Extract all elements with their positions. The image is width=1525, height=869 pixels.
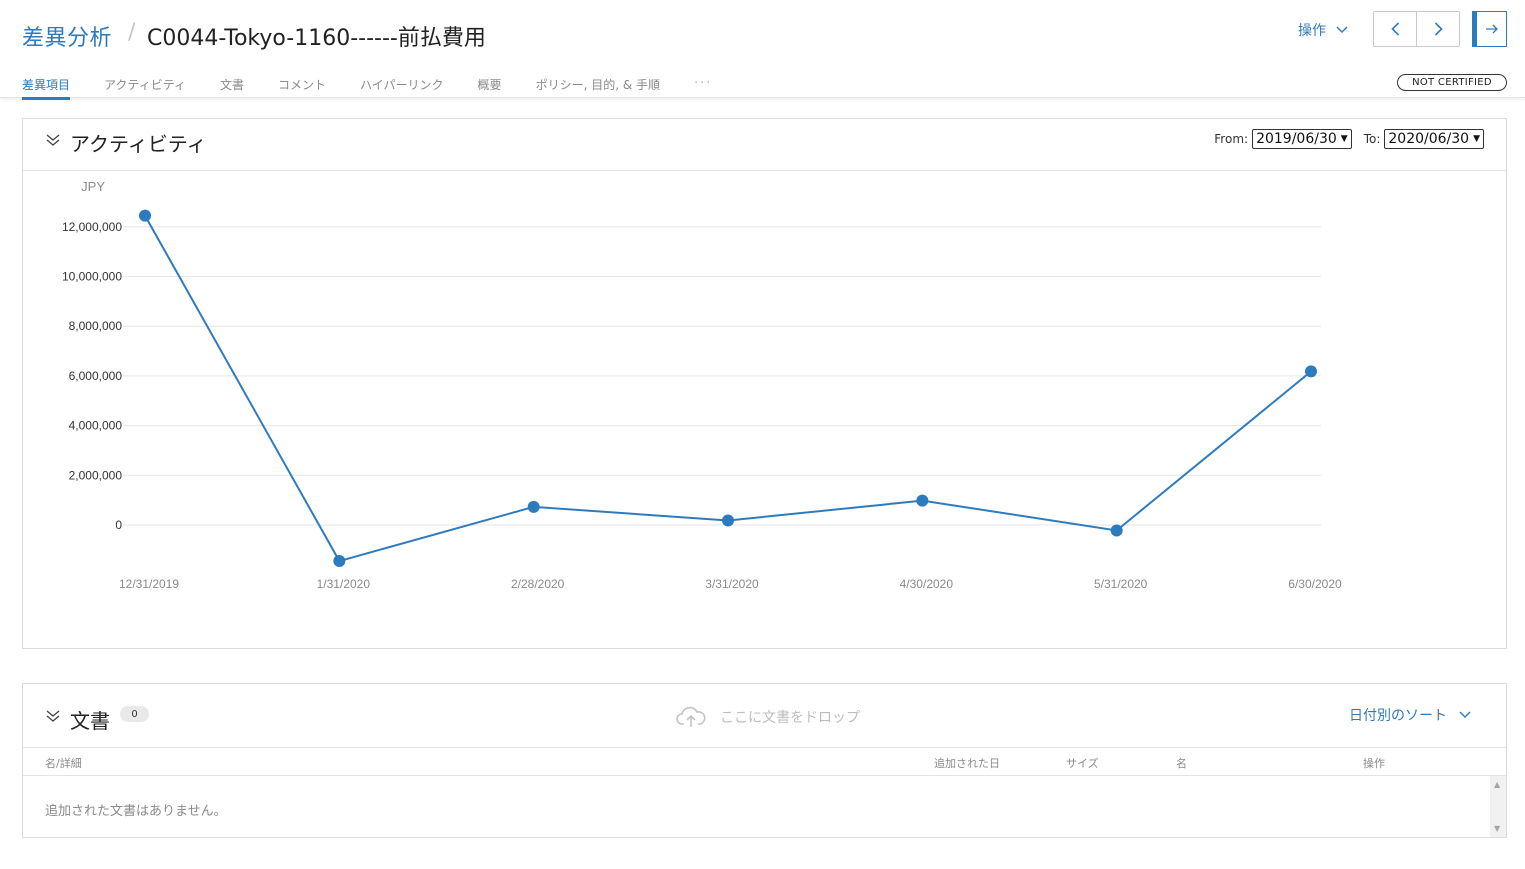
data-point [1110, 524, 1123, 537]
data-point [139, 209, 151, 222]
data-point [722, 514, 734, 527]
collapse-chevrons-icon[interactable] [45, 132, 61, 148]
chevron-right-icon [1434, 22, 1443, 36]
tab-documents[interactable]: 文書 [220, 76, 244, 98]
documents-panel-header: 文書 0 ここに文書をドロップ 日付別のソート [23, 684, 1506, 748]
column-name-detail[interactable]: 名/詳細 [45, 755, 82, 771]
x-tick-label: 4/30/2020 [900, 577, 954, 591]
page-title: C0044-Tokyo-1160------前払費用 [147, 26, 486, 51]
series-line [144, 215, 1312, 563]
record-pager [1373, 11, 1460, 47]
activity-panel: アクティビティ From: 2019/06/30 ▼ To: 2020/06/3… [22, 118, 1507, 649]
scroll-down-icon[interactable]: ▼ [1494, 824, 1500, 833]
x-tick-label: 1/31/2020 [317, 577, 371, 591]
column-name[interactable]: 名 [1176, 755, 1187, 771]
data-point [916, 494, 929, 507]
activity-line-chart: JPY 0 2,000,000 4,000,000 6,000,000 8,000,000… [62, 179, 1342, 591]
tab-summary[interactable]: 概要 [478, 76, 502, 98]
y-tick-label: 12,000,000 [62, 220, 122, 234]
from-date-select[interactable]: 2019/06/30 ▼ [1252, 129, 1352, 149]
y-tick-label: 6,000,000 [69, 369, 123, 383]
previous-button[interactable] [1374, 12, 1417, 46]
x-tick-label: 5/31/2020 [1094, 577, 1148, 591]
certification-badge: NOT CERTIFIED [1397, 74, 1507, 91]
y-tick-label: 4,000,000 [69, 419, 123, 433]
y-tick-label: 2,000,000 [69, 468, 123, 482]
to-label: To: [1363, 132, 1381, 146]
activity-panel-header: アクティビティ From: 2019/06/30 ▼ To: 2020/06/3… [23, 119, 1506, 171]
x-tick-label: 2/28/2020 [511, 577, 565, 591]
empty-documents-message: 追加された文書はありません。 [45, 804, 227, 819]
chevron-down-icon: ▼ [1473, 134, 1480, 144]
chevron-down-icon [1459, 711, 1471, 718]
sort-dropdown[interactable]: 日付別のソート [1349, 705, 1471, 725]
from-date-value: 2019/06/30 [1256, 131, 1337, 147]
documents-table-body: 追加された文書はありません。 ▲ ▼ [23, 776, 1506, 837]
documents-table-header: 名/詳細 追加された日 サイズ 名 操作 [23, 748, 1506, 776]
column-actions: 操作 [1363, 757, 1385, 770]
x-tick-label: 12/31/2019 [119, 577, 179, 591]
to-date-value: 2020/06/30 [1388, 131, 1470, 147]
from-label: From: [1214, 132, 1249, 146]
date-range-filter: From: 2019/06/30 ▼ To: 2020/06/30 ▼ [1214, 129, 1484, 149]
vertical-scrollbar[interactable]: ▲ ▼ [1490, 776, 1506, 837]
tab-variance-items[interactable]: 差異項目 [22, 76, 71, 100]
x-tick-label: 6/30/2020 [1288, 577, 1342, 591]
scroll-up-icon[interactable]: ▲ [1494, 780, 1500, 789]
activity-title: アクティビティ [70, 132, 207, 156]
documents-title: 文書 [70, 709, 110, 733]
tab-bar: 差異項目 アクティビティ 文書 コメント ハイパーリンク 概要 ポリシー, 目的… [22, 76, 746, 100]
column-added-date[interactable]: 追加された日 [934, 755, 1000, 771]
data-point [1305, 365, 1317, 378]
to-date-select[interactable]: 2020/06/30 ▼ [1384, 129, 1484, 149]
breadcrumb-separator: / [128, 20, 136, 45]
actions-dropdown[interactable]: 操作 [1298, 20, 1348, 40]
chevron-down-icon [1336, 26, 1348, 33]
tab-hyperlinks[interactable]: ハイパーリンク [360, 76, 444, 98]
tab-activity[interactable]: アクティビティ [104, 76, 186, 98]
x-tick-label: 3/31/2020 [705, 577, 759, 591]
y-tick-label: 0 [115, 518, 122, 532]
column-size[interactable]: サイズ [1066, 755, 1099, 771]
chevron-down-icon: ▼ [1340, 134, 1348, 144]
breadcrumb-root-link[interactable]: 差異分析 [22, 20, 112, 52]
y-tick-label: 8,000,000 [69, 319, 123, 333]
chevron-left-icon [1390, 22, 1399, 36]
actions-label: 操作 [1298, 23, 1326, 39]
tabs-more-button[interactable]: ··· [694, 76, 712, 98]
data-point [527, 500, 540, 513]
next-button[interactable] [1417, 12, 1459, 46]
y-axis-unit-label: JPY [81, 179, 105, 194]
y-tick-label: 10,000,000 [62, 270, 122, 284]
cloud-upload-icon [676, 706, 706, 727]
tab-policy[interactable]: ポリシー, 目的, & 手順 [536, 76, 660, 98]
sort-label: 日付別のソート [1349, 708, 1447, 724]
data-point [333, 555, 346, 568]
page-header: 差異分析 / C0044-Tokyo-1160------前払費用 操作 差異項… [0, 0, 1525, 100]
documents-panel: 文書 0 ここに文書をドロップ 日付別のソート 名/詳細 追加された日 サイズ … [22, 683, 1507, 838]
arrow-right-icon [1485, 24, 1498, 34]
collapse-chevrons-icon[interactable] [45, 708, 61, 724]
document-count-badge: 0 [120, 706, 149, 722]
tab-comments[interactable]: コメント [278, 76, 326, 98]
exit-button[interactable] [1472, 11, 1507, 47]
document-drop-zone[interactable]: ここに文書をドロップ [676, 706, 860, 728]
drop-zone-text: ここに文書をドロップ [720, 710, 860, 726]
